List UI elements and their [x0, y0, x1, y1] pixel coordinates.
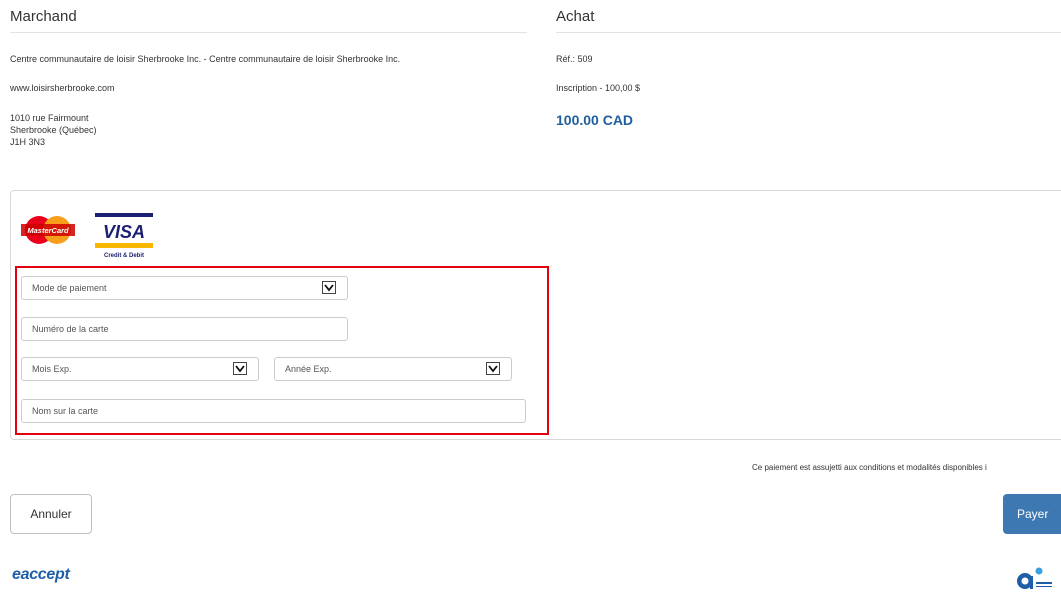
address-line2: Sherbrooke (Québec) [10, 125, 97, 135]
cancel-button[interactable]: Annuler [10, 494, 92, 534]
visa-logo-text: VISA [103, 222, 145, 242]
mastercard-logo-text: MasterCard [27, 226, 69, 235]
exp-month-value: Mois Exp. [32, 364, 72, 374]
card-number-input[interactable]: Numéro de la carte [21, 317, 348, 341]
purchase-reference: Réf.: 509 [556, 54, 593, 64]
chevron-down-icon [233, 362, 247, 375]
merchant-address: 1010 rue Fairmount Sherbrooke (Québec) J… [10, 112, 97, 148]
visa-logo: VISA Credit & Debit [95, 213, 153, 259]
purchase-divider [556, 32, 1061, 33]
merchant-divider [10, 32, 527, 33]
chevron-down-icon [322, 281, 336, 294]
exp-year-value: Année Exp. [285, 364, 332, 374]
purchase-item: Inscription - 100,00 $ [556, 83, 641, 93]
purchase-total: 100.00 CAD [556, 112, 634, 128]
terms-text: Ce paiement est assujetti aux conditions… [752, 463, 987, 472]
exp-month-select[interactable]: Mois Exp. [21, 357, 259, 381]
chevron-down-icon [486, 362, 500, 375]
card-name-input[interactable]: Nom sur la carte [21, 399, 526, 423]
visa-sub-text: Credit & Debit [104, 253, 144, 259]
postal-code: J1H 3N3 [10, 137, 46, 147]
merchant-name: Centre communautaire de loisir Sherbrook… [10, 54, 401, 64]
eaccept-logo: eaccept [12, 566, 70, 583]
payment-mode-value: Mode de paiement [32, 283, 107, 293]
purchase-title: Achat [556, 8, 595, 25]
merchant-title: Marchand [10, 8, 77, 25]
exp-year-select[interactable]: Année Exp. [274, 357, 512, 381]
pay-button[interactable]: Payer [1003, 494, 1061, 534]
mastercard-logo: MasterCard [20, 214, 76, 246]
address-line1: 1010 rue Fairmount [10, 113, 89, 123]
acceo-logo [1017, 567, 1052, 589]
payment-mode-select[interactable]: Mode de paiement [21, 276, 348, 300]
merchant-website: www.loisirsherbrooke.com [10, 83, 115, 93]
